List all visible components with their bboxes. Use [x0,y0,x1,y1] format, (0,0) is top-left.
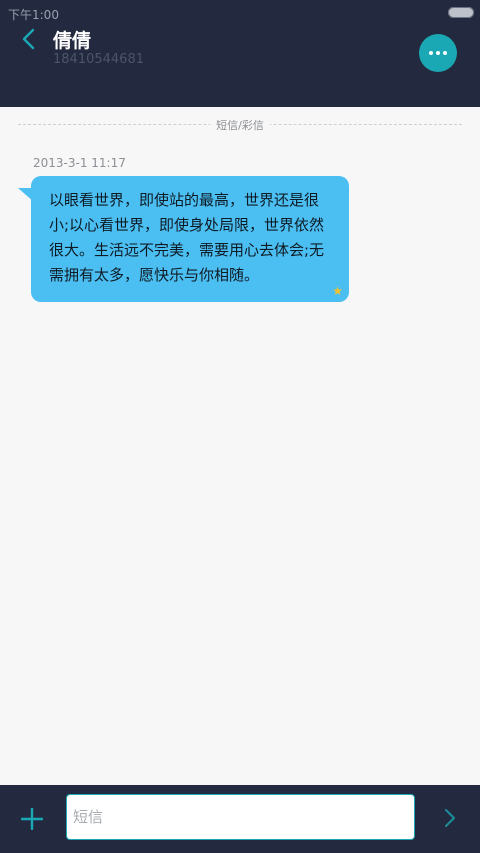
contact-number: 18410544681 [53,52,144,67]
divider-label: 短信/彩信 [210,117,270,133]
send-button[interactable] [437,803,463,833]
back-button[interactable] [14,24,44,54]
incoming-message-bubble[interactable]: 以眼看世界，即使站的最高，世界还是很小;以心看世界，即使身处局限，世界依然很大。… [31,176,349,302]
composer-bar [0,785,480,853]
plus-icon [21,808,43,830]
message-timestamp: 2013-3-1 11:17 [33,156,126,170]
sms-input[interactable] [66,794,415,840]
chevron-right-icon [445,809,455,827]
status-time: 下午1:00 [8,8,59,22]
star-icon: ★ [332,284,343,298]
contact-name: 倩倩 [53,30,92,52]
add-attachment-button[interactable] [15,802,49,836]
more-dots-icon [429,51,447,55]
battery-icon [448,7,474,18]
conversation-header: 下午1:00 倩倩 18410544681 [0,0,480,107]
chevron-left-icon [22,28,35,50]
messaging-screen: 下午1:00 倩倩 18410544681 短信/彩信 2013-3-1 11:… [0,0,480,853]
more-options-button[interactable] [419,34,457,72]
message-text: 以眼看世界，即使站的最高，世界还是很小;以心看世界，即使身处局限，世界依然很大。… [49,191,325,284]
